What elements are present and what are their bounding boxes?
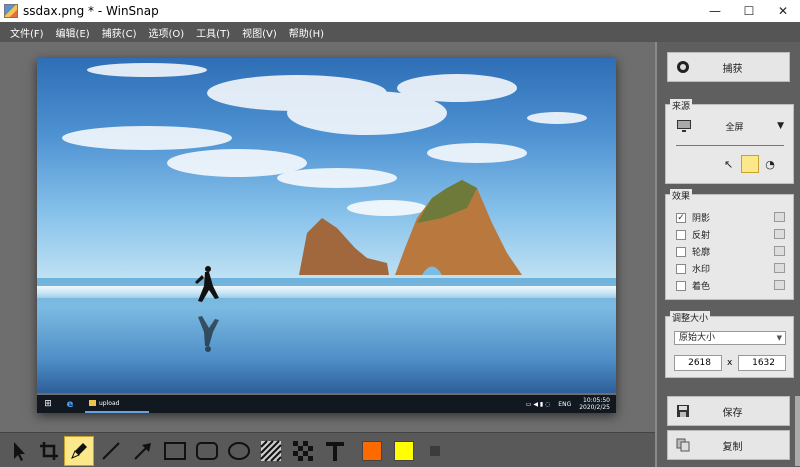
source-group: 来源 全屏 ▼ ↖ ◔ [665,99,794,184]
menu-help[interactable]: 帮助(H) [289,25,324,40]
width-input[interactable]: 2618 [674,355,722,371]
rectangle-icon[interactable] [160,436,190,466]
menu-options[interactable]: 选项(O) [148,25,184,40]
effects-title: 效果 [670,189,693,202]
screenshot-taskbar: ⊞ e upload ▭ ◀ ▮ ◌ ENG 10:05:50 2020/2/2… [37,395,616,413]
menu-bar: 文件(F) 编辑(E) 捕获(C) 选项(O) 工具(T) 视图(V) 帮助(H… [0,22,800,42]
copy-icon [676,438,690,452]
drawing-toolbar [0,432,655,467]
cursor-icon[interactable]: ↖ [724,158,733,171]
resize-mode-select[interactable]: 原始大小 ▼ [674,331,786,345]
effect-colorize[interactable]: 着色 [676,279,710,292]
checkbox-colorize[interactable] [676,280,686,291]
taskbar-date: 2020/2/25 [579,404,610,411]
pixelate-icon[interactable] [288,436,318,466]
save-icon [676,404,690,418]
line-icon[interactable] [96,436,126,466]
taskbar-folder-label: upload [99,399,120,407]
effect-reflection-settings[interactable] [774,229,785,239]
hatch-icon[interactable] [256,436,286,466]
source-mode-icons: ↖ ◔ [724,155,775,173]
effect-reflection-label: 反射 [692,231,711,241]
camera-icon [676,60,690,74]
effect-reflection[interactable]: 反射 [676,228,710,241]
effect-colorize-settings[interactable] [774,280,785,290]
taskbar-clock: 10:05:50 2020/2/25 [579,397,610,411]
runner-overlay [195,266,219,352]
menu-file[interactable]: 文件(F) [10,25,44,40]
capture-label: 捕获 [722,63,743,75]
height-value: 1632 [752,358,775,368]
canvas-area[interactable]: ⊞ e upload ▭ ◀ ▮ ◌ ENG 10:05:50 2020/2/2… [0,42,655,432]
source-title: 来源 [670,99,693,112]
ellipse-icon[interactable] [224,436,254,466]
dropdown-arrow-icon: ▼ [777,121,784,131]
secondary-color-swatch[interactable] [394,441,414,461]
copy-button[interactable]: 复制 [667,430,790,460]
panel-scrollbar[interactable] [795,396,800,466]
resize-group: 调整大小 原始大小 ▼ 2618 x 1632 [665,311,794,378]
menu-edit[interactable]: 编辑(E) [56,25,90,40]
dimension-separator: x [727,358,733,368]
checkbox-watermark[interactable] [676,263,686,274]
effect-outline[interactable]: 轮廓 [676,245,710,258]
edge-browser-icon: e [66,398,74,410]
windows-start-icon: ⊞ [44,399,52,409]
effect-outline-settings[interactable] [774,246,785,256]
source-mode-label: 全屏 [725,122,744,133]
effects-group: 效果 ✓ 阴影 反射 轮廓 水印 着色 [665,189,794,300]
app-icon [4,4,18,18]
taskbar-folder-item: upload [85,395,149,413]
effect-shadow-settings[interactable] [774,212,785,222]
menu-capture[interactable]: 捕获(C) [102,25,137,40]
resize-title: 调整大小 [670,311,711,324]
source-mode-select[interactable]: 全屏 ▼ [676,119,784,133]
primary-color-swatch[interactable] [362,441,382,461]
captured-screenshot[interactable]: ⊞ e upload ▭ ◀ ▮ ◌ ENG 10:05:50 2020/2/2… [37,58,616,413]
width-value: 2618 [688,358,711,368]
copy-label: 复制 [722,441,743,453]
checkbox-shadow[interactable]: ✓ [676,212,686,223]
resize-mode-label: 原始大小 [679,333,716,343]
capture-button[interactable]: 捕获 [667,52,790,82]
title-bar: ssdax.png * - WinSnap — ☐ ✕ [0,0,800,22]
effect-shadow[interactable]: ✓ 阴影 [676,211,710,224]
line-width-swatch[interactable] [430,446,440,456]
height-input[interactable]: 1632 [738,355,786,371]
resize-dropdown-arrow-icon: ▼ [776,334,782,342]
save-label: 保存 [722,407,743,419]
menu-view[interactable]: 视图(V) [242,25,277,40]
save-button[interactable]: 保存 [667,396,790,426]
effect-outline-label: 轮廓 [692,248,711,258]
runner-silhouette [195,266,219,352]
menu-tools[interactable]: 工具(T) [196,25,230,40]
arrow-icon[interactable] [128,436,158,466]
pointer-icon[interactable] [4,436,34,466]
effect-watermark[interactable]: 水印 [676,262,710,275]
region-capture-icon[interactable]: ◔ [765,158,775,171]
text-icon[interactable] [320,436,350,466]
checkbox-reflection[interactable] [676,229,686,240]
window-capture-icon[interactable] [741,155,760,173]
close-button[interactable]: ✕ [766,0,800,22]
effect-shadow-label: 阴影 [692,214,711,224]
taskbar-time: 10:05:50 [583,397,610,404]
tray-icons: ▭ ◀ ▮ ◌ [525,400,551,408]
effect-watermark-settings[interactable] [774,263,785,273]
window-title: ssdax.png * - WinSnap [23,4,159,18]
source-divider [676,145,784,146]
taskbar-ime: ENG [558,400,572,408]
effect-colorize-label: 着色 [692,282,711,292]
pen-icon[interactable] [64,436,94,466]
folder-icon [89,400,96,406]
effect-watermark-label: 水印 [692,265,711,275]
minimize-button[interactable]: — [698,0,732,22]
side-panel: 捕获 来源 全屏 ▼ ↖ ◔ 效果 ✓ 阴影 反射 轮廓 水印 着色 调整大小 [655,42,800,467]
checkbox-outline[interactable] [676,246,686,257]
monitor-icon [677,120,691,132]
crop-icon[interactable] [34,436,64,466]
rounded-rectangle-icon[interactable] [192,436,222,466]
maximize-button[interactable]: ☐ [732,0,766,22]
